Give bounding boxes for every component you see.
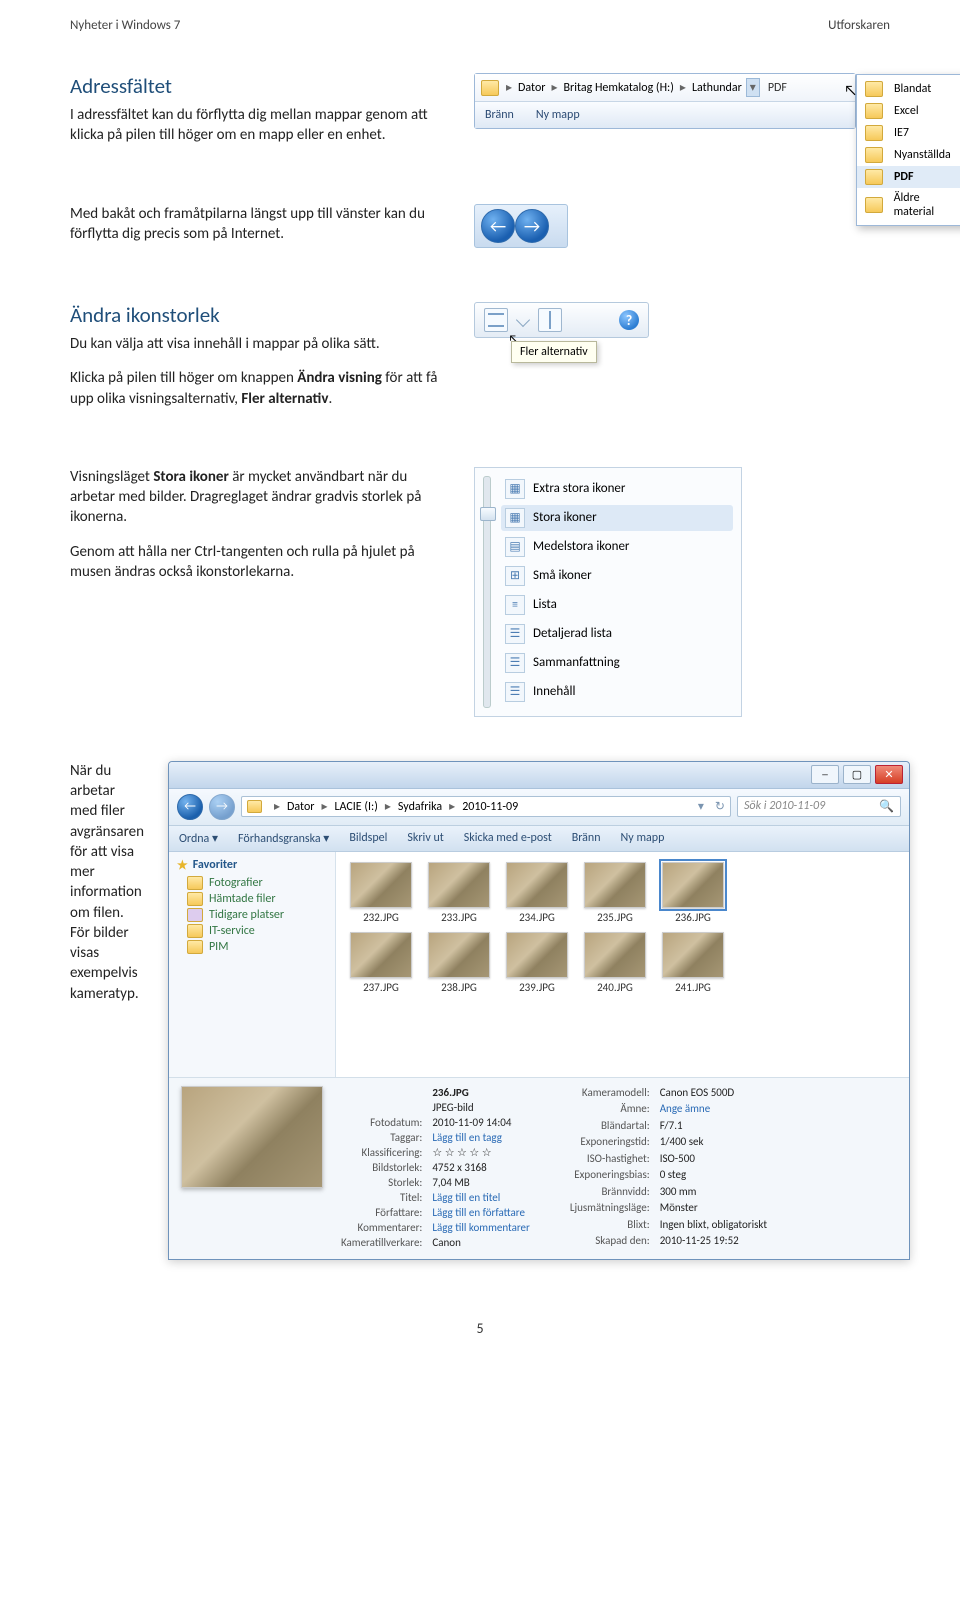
- file-thumb[interactable]: 232.JPG: [350, 862, 412, 924]
- dropdown-item[interactable]: Blandat: [857, 78, 960, 100]
- toolbar-newfolder[interactable]: Ny mapp: [536, 108, 580, 122]
- view-list-icon[interactable]: [484, 308, 508, 332]
- view-option[interactable]: ▦Extra stora ikoner: [501, 476, 733, 502]
- dropdown-item[interactable]: Äldre material: [857, 188, 960, 222]
- back-button[interactable]: ←: [177, 794, 203, 820]
- details-pane: 236.JPGJPEG-bildFotodatum:2010-11-09 14:…: [169, 1077, 909, 1259]
- fav-item[interactable]: PIM: [187, 940, 327, 954]
- chevron-icon[interactable]: ▸: [504, 80, 514, 95]
- preview-pane-icon[interactable]: [538, 308, 562, 332]
- tool-organize[interactable]: Ordna ▾: [179, 831, 218, 846]
- tool-preview[interactable]: Förhandsgranska ▾: [238, 831, 329, 846]
- back-button[interactable]: ←: [481, 209, 515, 243]
- fav-item[interactable]: Fotografier: [187, 876, 327, 890]
- tool-slideshow[interactable]: Bildspel: [349, 831, 387, 845]
- file-thumb[interactable]: 234.JPG: [506, 862, 568, 924]
- slider-thumb[interactable]: [480, 507, 496, 521]
- section3-title: Ändra ikonstorlek: [70, 302, 450, 328]
- forward-button[interactable]: →: [515, 209, 549, 243]
- fav-item[interactable]: Tidigare platser: [187, 908, 327, 922]
- view-buttons-screenshot: ? ↖ Fler alternativ: [474, 302, 649, 338]
- tool-newfolder[interactable]: Ny mapp: [621, 831, 665, 845]
- preview-image: [181, 1086, 323, 1188]
- header-right: Utforskaren: [828, 18, 890, 33]
- tool-burn[interactable]: Bränn: [572, 831, 601, 845]
- section5-body: När du arbetar med filer avgränsaren för…: [70, 761, 144, 1004]
- view-option[interactable]: ≡Lista: [501, 592, 733, 618]
- breadcrumb[interactable]: Britag Hemkatalog (H:): [560, 79, 678, 97]
- view-option[interactable]: ☰Sammanfattning: [501, 650, 733, 676]
- thumbnails-area: 232.JPG 233.JPG 234.JPG 235.JPG 236.JPG …: [336, 852, 909, 1077]
- breadcrumb[interactable]: PDF: [764, 79, 791, 97]
- breadcrumb[interactable]: Dator: [514, 79, 549, 97]
- file-thumb[interactable]: 241.JPG: [662, 932, 724, 994]
- help-icon[interactable]: ?: [619, 310, 639, 330]
- file-thumb[interactable]: 236.JPG: [662, 862, 724, 924]
- tooltip: Fler alternativ: [511, 341, 597, 363]
- breadcrumb[interactable]: Lathundar: [688, 79, 746, 97]
- view-option[interactable]: ▦Stora ikoner: [501, 505, 733, 531]
- tool-print[interactable]: Skriv ut: [407, 831, 443, 845]
- maximize-button[interactable]: ▢: [843, 765, 871, 784]
- file-thumb[interactable]: 240.JPG: [584, 932, 646, 994]
- fav-item[interactable]: IT-service: [187, 924, 327, 938]
- address-bar-screenshot: ▸ Dator ▸ Britag Hemkatalog (H:) ▸ Lathu…: [474, 73, 856, 129]
- size-slider[interactable]: [483, 476, 491, 708]
- folder-icon: [247, 800, 262, 813]
- search-input[interactable]: Sök i 2010-11-09🔍: [737, 796, 901, 817]
- dropdown-item[interactable]: Excel: [857, 100, 960, 122]
- dropdown-item[interactable]: PDF: [857, 166, 960, 188]
- chevron-icon[interactable]: ▾: [746, 78, 760, 97]
- file-thumb[interactable]: 237.JPG: [350, 932, 412, 994]
- view-option[interactable]: ⊞Små ikoner: [501, 563, 733, 589]
- folder-dropdown: Blandat Excel IE7 Nyanställda PDF Äldre …: [856, 74, 960, 226]
- view-menu-screenshot: ▦Extra stora ikoner ▦Stora ikoner ▤Medel…: [474, 467, 742, 717]
- view-option[interactable]: ☰Innehåll: [501, 679, 733, 705]
- file-thumb[interactable]: 233.JPG: [428, 862, 490, 924]
- minimize-button[interactable]: ─: [811, 765, 839, 784]
- toolbar-burn[interactable]: Bränn: [485, 108, 514, 122]
- section1-title: Adressfältet: [70, 73, 450, 99]
- view-option[interactable]: ☰Detaljerad lista: [501, 621, 733, 647]
- folder-icon: [481, 80, 499, 96]
- address-bar[interactable]: ▸Dator ▸LACIE (I:) ▸Sydafrika ▸2010-11-0…: [241, 796, 731, 817]
- close-button[interactable]: ✕: [875, 765, 903, 784]
- section3-p2: Klicka på pilen till höger om knappen Än…: [70, 368, 450, 409]
- nav-arrows-screenshot: ← →: [474, 204, 568, 248]
- section4-p1: Visningsläget Stora ikoner är mycket anv…: [70, 467, 450, 528]
- header-left: Nyheter i Windows 7: [70, 18, 180, 33]
- page-number: 5: [70, 1320, 890, 1337]
- dropdown-item[interactable]: IE7: [857, 122, 960, 144]
- nav-pane: ★Favoriter Fotografier Hämtade filer Tid…: [169, 852, 336, 1077]
- file-thumb[interactable]: 235.JPG: [584, 862, 646, 924]
- section1-body: I adressfältet kan du förflytta dig mell…: [70, 105, 450, 146]
- chevron-icon[interactable]: ▸: [678, 80, 688, 95]
- forward-button[interactable]: →: [209, 794, 235, 820]
- chevron-icon[interactable]: ▸: [549, 80, 559, 95]
- explorer-window: ─ ▢ ✕ ← → ▸Dator ▸LACIE (I:) ▸Sydafrika …: [168, 761, 910, 1260]
- view-option[interactable]: ▤Medelstora ikoner: [501, 534, 733, 560]
- section4-p2: Genom att hålla ner Ctrl-tangenten och r…: [70, 542, 450, 583]
- section3-p1: Du kan välja att visa innehåll i mappar …: [70, 334, 450, 354]
- view-dropdown-icon[interactable]: [516, 313, 530, 327]
- file-thumb[interactable]: 238.JPG: [428, 932, 490, 994]
- favorites-header[interactable]: ★Favoriter: [177, 858, 327, 873]
- file-thumb[interactable]: 239.JPG: [506, 932, 568, 994]
- tool-email[interactable]: Skicka med e-post: [464, 831, 552, 845]
- cursor-icon: ↖: [844, 82, 857, 100]
- fav-item[interactable]: Hämtade filer: [187, 892, 327, 906]
- dropdown-item[interactable]: Nyanställda: [857, 144, 960, 166]
- section2-body: Med bakåt och framåtpilarna längst upp t…: [70, 204, 450, 245]
